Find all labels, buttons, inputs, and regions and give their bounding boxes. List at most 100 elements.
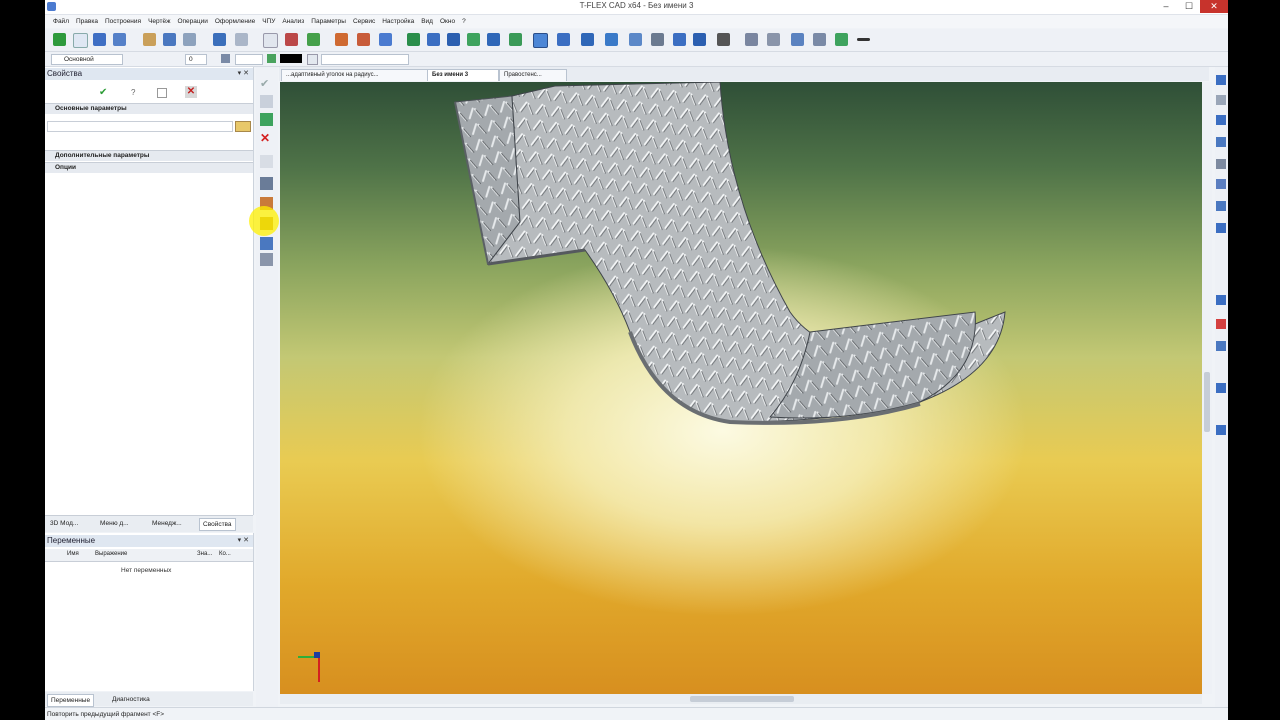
undo-icon[interactable] [213,33,226,46]
save-icon[interactable] [113,33,126,46]
person-icon[interactable] [221,54,230,63]
menu-settings[interactable]: Настройка [379,15,418,28]
close-button[interactable]: ✕ [1200,0,1228,13]
col-comment[interactable]: Ко... [219,551,231,557]
view-iso-icon[interactable] [1216,137,1226,147]
menu-window[interactable]: Окно [436,15,458,28]
workplane-icon[interactable] [379,33,392,46]
check-icon[interactable]: ✔ [260,77,273,90]
width-select[interactable] [321,54,409,65]
tab-3d-model[interactable]: 3D Мод... [47,518,81,529]
menu-cnc[interactable]: ЧПУ [259,15,279,28]
pan-icon[interactable] [1216,159,1226,169]
delete-icon[interactable]: ✕ [260,131,273,145]
redo-icon[interactable] [235,33,248,46]
tab-doc-third[interactable]: Правостенс... [499,69,567,81]
view-top-icon[interactable] [1216,75,1226,85]
axis-icon[interactable] [335,33,348,46]
menu-construct[interactable]: Построения [101,15,144,28]
copy-icon[interactable] [157,88,167,98]
minimize-button[interactable]: – [1155,0,1177,13]
menu-parameters[interactable]: Параметры [308,15,350,28]
light-icon[interactable] [1216,425,1226,435]
pattern-icon[interactable] [307,54,318,65]
line-icon[interactable] [285,33,298,46]
horizontal-scrollbar[interactable] [280,694,1202,704]
view-icon[interactable] [673,33,686,46]
menu-edit[interactable]: Правка [72,15,101,28]
tab-properties[interactable]: Свойства [199,518,236,531]
menu-analysis[interactable]: Анализ [279,15,308,28]
plane-icon[interactable] [357,33,370,46]
sheet-metal-model[interactable] [280,82,1202,694]
search-icon[interactable] [767,33,780,46]
menu-drawing[interactable]: Чертёж [145,15,174,28]
fillet-icon[interactable] [509,33,522,46]
col-expression[interactable]: Выражение [95,551,127,557]
3d-viewport[interactable] [280,82,1202,694]
unfold-icon[interactable] [605,33,618,46]
tab-doc-adaptive-corner[interactable]: ...адаптивный уголок на радиус... [281,69,429,81]
level-field[interactable]: 0 [185,54,207,65]
section-icon[interactable] [693,33,706,46]
menu-view[interactable]: Вид [418,15,437,28]
menu-design[interactable]: Оформление [211,15,258,28]
camera-icon[interactable] [260,253,273,266]
zoom-all-icon[interactable] [1216,223,1226,233]
col-name[interactable]: Имя [67,551,79,557]
insert-icon[interactable] [260,177,273,190]
section-options[interactable]: Опции [45,162,253,173]
menu-operations[interactable]: Операции [174,15,211,28]
col-value[interactable]: Зна... [197,551,212,557]
dash-icon[interactable] [857,38,870,41]
menu-help[interactable]: ? [459,15,470,28]
layers-icon[interactable] [1216,341,1226,351]
menu-file[interactable]: Файл [45,15,72,28]
boolean-icon[interactable] [487,33,500,46]
section-extra-params[interactable]: Дополнительные параметры [45,150,253,161]
tab-menu[interactable]: Меню д... [97,518,132,529]
rotate-view-icon[interactable] [1216,179,1226,189]
dimension-icon[interactable] [717,33,730,46]
zoom-window-icon[interactable] [1216,201,1226,211]
tab-doc-untitled-3[interactable]: Без имени 3 [427,69,499,81]
options-icon[interactable] [260,95,273,108]
frame-icon[interactable] [260,155,273,168]
display-icon[interactable] [1216,383,1226,393]
section-view-icon[interactable] [1216,319,1226,329]
tab-variables[interactable]: Переменные [47,694,95,707]
zoom-icon[interactable] [745,33,758,46]
folder-icon[interactable] [235,121,251,132]
attach-icon[interactable] [813,33,826,46]
document-icon[interactable] [73,33,88,48]
vertical-scrollbar[interactable] [1202,82,1212,694]
rotate-icon[interactable] [427,33,440,46]
layer-select[interactable]: Основной [51,54,123,65]
ok-check-icon[interactable]: ✔ [99,87,107,98]
pin-close-icon[interactable]: ▾ ✕ [238,69,249,77]
arrows-icon[interactable] [307,33,320,46]
branch-icon[interactable] [260,113,273,126]
vars-pin-icon[interactable]: ▾ ✕ [238,536,249,544]
horizontal-scroll-thumb[interactable] [690,696,794,702]
save-as-icon[interactable] [163,33,176,46]
menu-service[interactable]: Сервис [349,15,378,28]
view-side-icon[interactable] [1216,115,1226,125]
open-icon[interactable] [93,33,106,46]
render-icon[interactable] [1216,295,1226,305]
cut-icon[interactable] [629,33,642,46]
page-icon[interactable] [263,33,278,48]
link-icon[interactable] [791,33,804,46]
fragment-field[interactable] [47,121,233,132]
sweep-icon[interactable] [467,33,480,46]
measure-icon[interactable] [651,33,664,46]
style-field[interactable] [235,54,263,65]
help-icon[interactable]: ? [131,88,135,97]
cancel-x-icon[interactable]: ✕ [185,86,197,98]
print-icon[interactable] [143,33,156,46]
vertical-scroll-thumb[interactable] [1204,372,1210,432]
tab-manager[interactable]: Менедж... [149,518,185,529]
flange-icon[interactable] [581,33,594,46]
view-front-icon[interactable] [1216,95,1226,105]
bend-icon[interactable] [557,33,570,46]
